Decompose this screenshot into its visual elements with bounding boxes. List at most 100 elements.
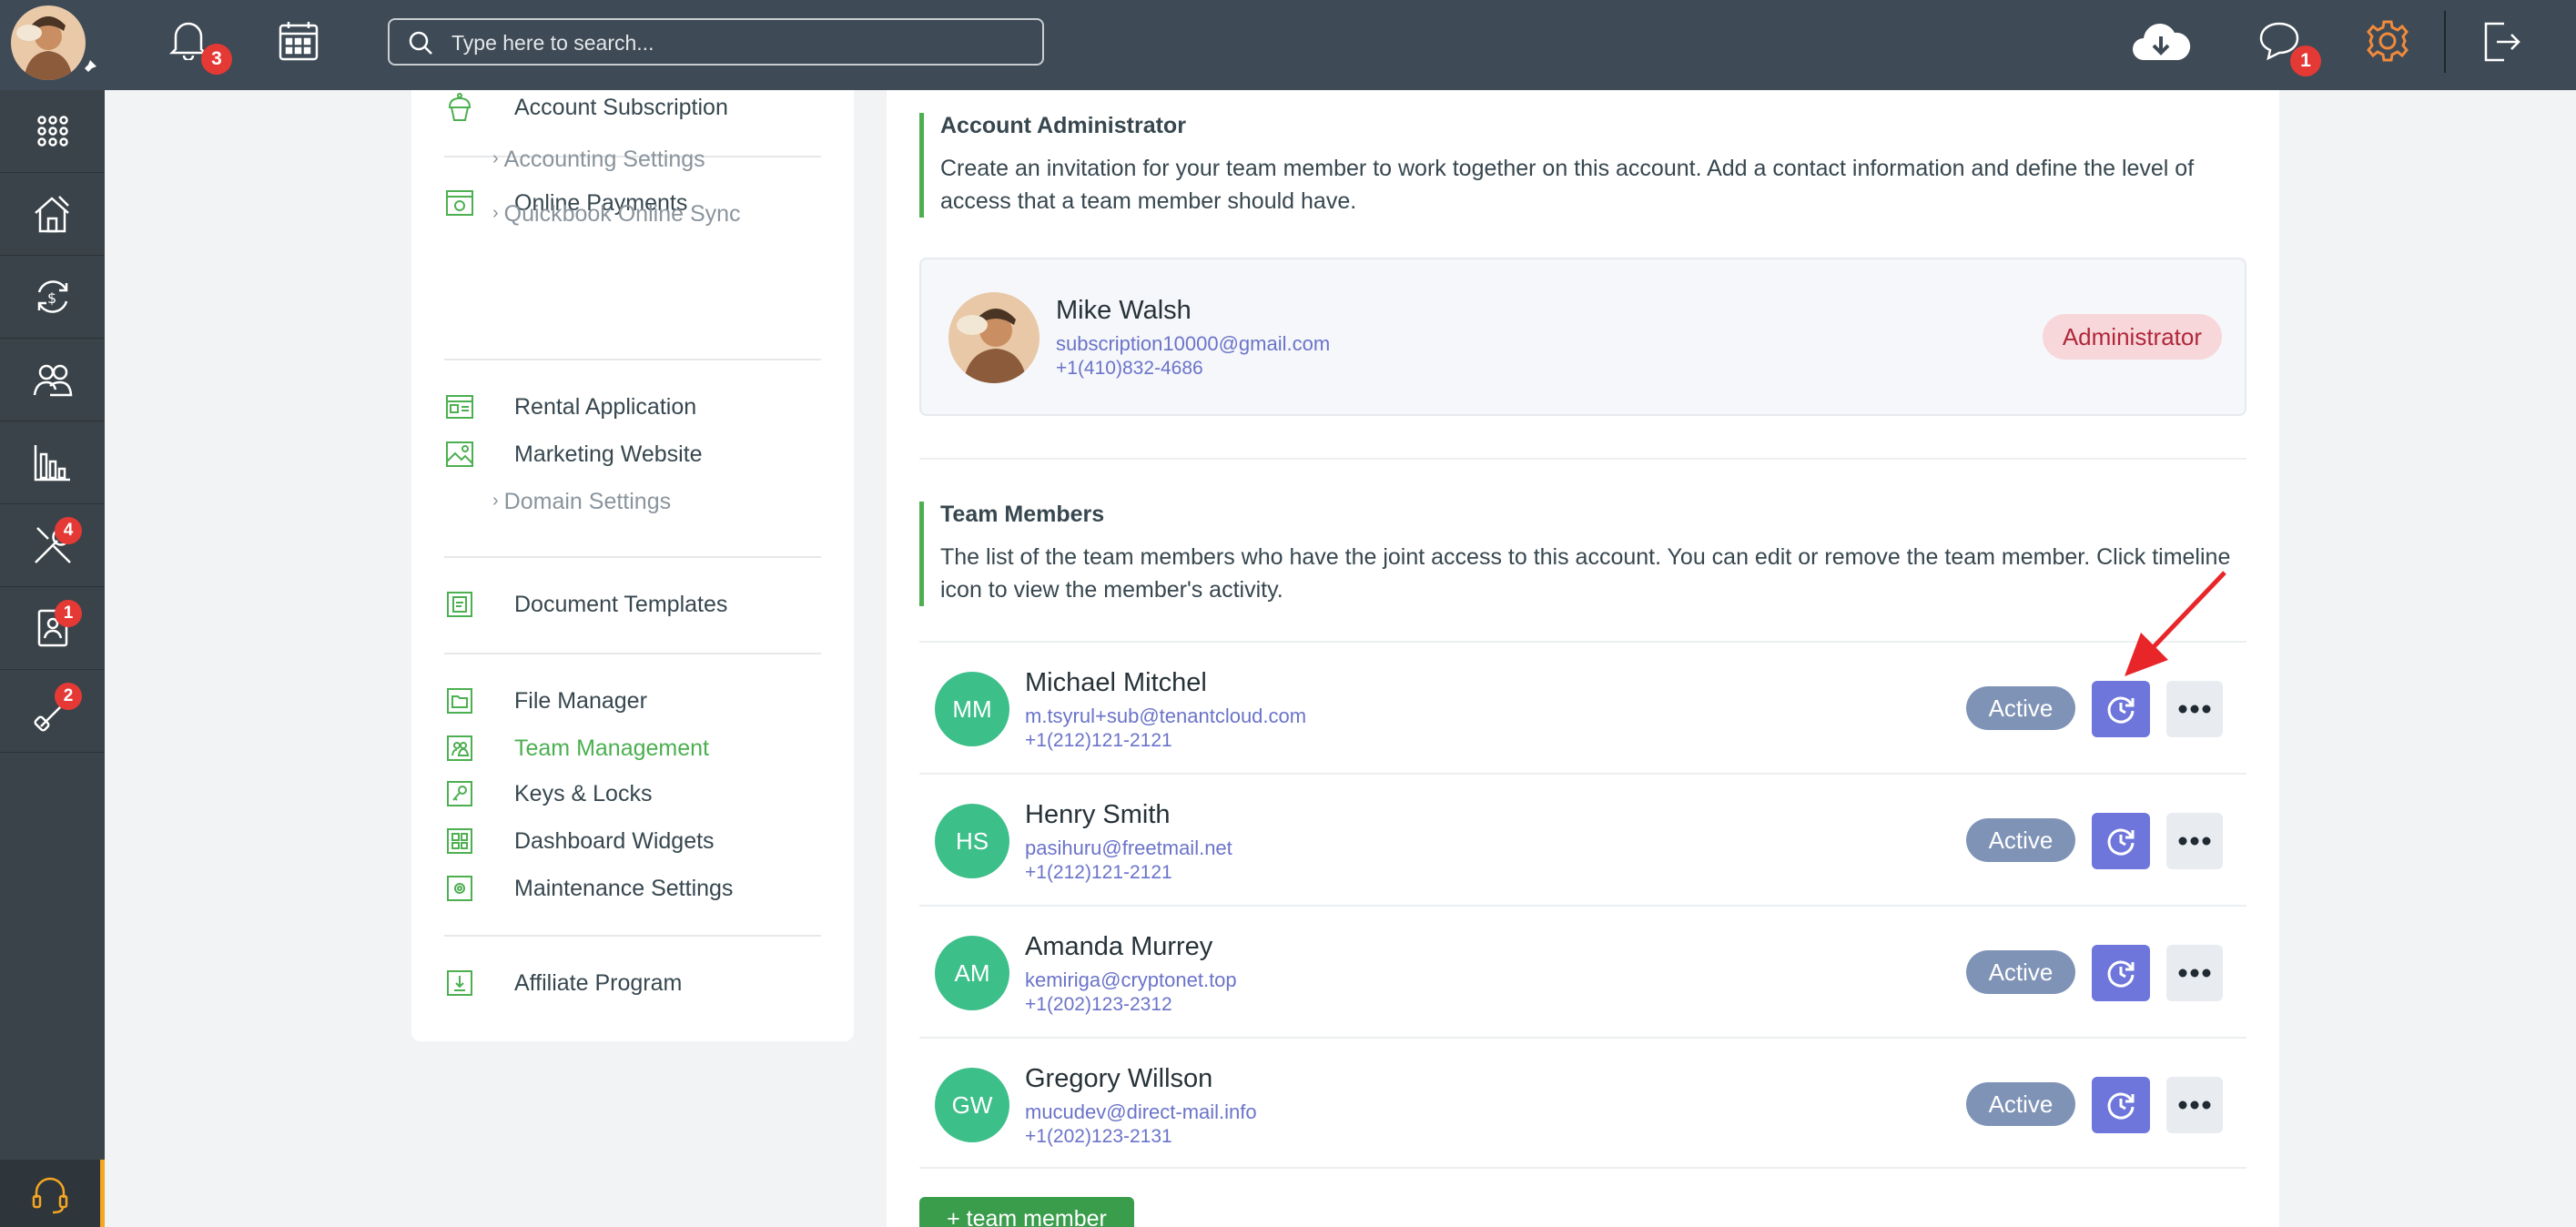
- pin-icon[interactable]: [78, 58, 98, 78]
- more-options-button[interactable]: [2166, 813, 2223, 869]
- menu-label: Affiliate Program: [514, 969, 683, 996]
- sidebar-item-listings[interactable]: 2: [0, 670, 105, 753]
- menu-file-manager[interactable]: File Manager: [444, 685, 647, 716]
- menu-label: Domain Settings: [503, 489, 672, 514]
- download-button[interactable]: [2131, 20, 2191, 70]
- logout-button[interactable]: [2480, 20, 2522, 68]
- sidebar-item-transactions[interactable]: $: [0, 256, 105, 339]
- timeline-icon: [2107, 828, 2135, 856]
- menu-label: Dashboard Widgets: [514, 827, 715, 854]
- menu-label: Document Templates: [514, 591, 728, 617]
- member-name: Michael Mitchel: [1025, 668, 1207, 697]
- chevron-right-icon: ›: [492, 203, 499, 223]
- timeline-button[interactable]: [2092, 681, 2150, 737]
- timeline-icon: [2107, 696, 2135, 724]
- section-divider: [919, 458, 2246, 460]
- ellipsis-icon: [2178, 1100, 2211, 1110]
- menu-online-payments[interactable]: Online Payments: [444, 188, 687, 218]
- logout-icon: [2484, 22, 2520, 62]
- member-email[interactable]: kemiriga@cryptonet.top: [1025, 968, 1237, 992]
- sidebar-item-applications[interactable]: 1: [0, 587, 105, 670]
- maintenance-badge: 4: [55, 517, 82, 544]
- menu-divider: [444, 556, 821, 558]
- sidebar-item-contacts[interactable]: [0, 339, 105, 421]
- timeline-button[interactable]: [2092, 813, 2150, 869]
- admin-email[interactable]: subscription10000@gmail.com: [1056, 332, 1330, 356]
- menu-quickbook-sync[interactable]: › Quickbook Online Sync: [492, 201, 741, 228]
- ellipsis-icon: [2178, 968, 2211, 978]
- member-name: Henry Smith: [1025, 800, 1171, 829]
- maintenance-gear-icon: [447, 876, 472, 901]
- timeline-icon: [2107, 960, 2135, 988]
- menu-team-management[interactable]: Team Management: [444, 733, 709, 764]
- sidebar-item-maintenance[interactable]: 4: [0, 504, 105, 587]
- menu-divider: [444, 359, 821, 360]
- member-email[interactable]: m.tsyrul+sub@tenantcloud.com: [1025, 705, 1306, 728]
- menu-dashboard-widgets[interactable]: Dashboard Widgets: [444, 826, 715, 857]
- member-phone[interactable]: +1(202)123-2131: [1025, 1126, 1172, 1148]
- ellipsis-icon: [2178, 837, 2211, 846]
- key-icon: [447, 781, 472, 806]
- menu-domain-settings[interactable]: › Domain Settings: [492, 489, 671, 515]
- team-member-row: GW Gregory Willson mucudev@direct-mail.i…: [919, 1037, 2246, 1169]
- sidebar-item-reports[interactable]: [0, 421, 105, 504]
- member-status-badge: Active: [1966, 950, 2075, 994]
- listings-badge: 2: [55, 683, 82, 710]
- support-button[interactable]: [0, 1160, 105, 1227]
- money-cycle-icon: $: [37, 280, 67, 313]
- timeline-button[interactable]: [2092, 1077, 2150, 1133]
- user-avatar-area[interactable]: [0, 0, 105, 90]
- folder-icon: [447, 688, 472, 714]
- menu-label: Accounting Settings: [503, 147, 705, 172]
- menu-label: Keys & Locks: [514, 780, 653, 806]
- user-avatar[interactable]: [11, 5, 86, 80]
- admin-avatar: [948, 292, 1040, 383]
- calendar-button[interactable]: [278, 20, 319, 66]
- member-phone[interactable]: +1(212)121-2121: [1025, 730, 1172, 752]
- add-team-member-button[interactable]: + team member: [919, 1197, 1134, 1227]
- member-phone[interactable]: +1(212)121-2121: [1025, 862, 1172, 884]
- menu-document-templates[interactable]: Document Templates: [444, 589, 727, 620]
- more-options-button[interactable]: [2166, 1077, 2223, 1133]
- menu-maintenance-settings[interactable]: Maintenance Settings: [444, 873, 733, 904]
- member-status-badge: Active: [1966, 1082, 2075, 1126]
- widgets-icon: [447, 828, 472, 854]
- chevron-right-icon: ›: [492, 491, 499, 511]
- team-member-row: AM Amanda Murrey kemiriga@cryptonet.top …: [919, 905, 2246, 1037]
- timeline-button[interactable]: [2092, 945, 2150, 1001]
- admin-phone[interactable]: +1(410)832-4686: [1056, 358, 1203, 380]
- messages-button[interactable]: 1: [2257, 20, 2321, 76]
- menu-account-subscription[interactable]: Account Subscription: [444, 92, 728, 123]
- grid-icon: [36, 116, 68, 147]
- sidebar-item-properties[interactable]: [0, 173, 105, 256]
- house-icon: [34, 196, 69, 233]
- member-phone[interactable]: +1(202)123-2312: [1025, 994, 1172, 1016]
- sidebar-item-apps[interactable]: [0, 90, 105, 173]
- settings-menu: Account Subscription Online Payments › Ac…: [411, 90, 854, 1041]
- admin-section-header: Account Administrator Create an invitati…: [919, 113, 2233, 218]
- member-email[interactable]: mucudev@direct-mail.info: [1025, 1100, 1257, 1124]
- menu-divider: [444, 653, 821, 654]
- member-name: Gregory Willson: [1025, 1064, 1213, 1093]
- svg-text:$: $: [47, 289, 56, 307]
- search-box[interactable]: [388, 18, 1044, 66]
- admin-section-title: Account Administrator: [940, 113, 1186, 138]
- more-options-button[interactable]: [2166, 681, 2223, 737]
- more-options-button[interactable]: [2166, 945, 2223, 1001]
- bar-chart-icon: [34, 445, 70, 482]
- menu-marketing-website[interactable]: Marketing Website: [444, 439, 703, 470]
- menu-keys-locks[interactable]: Keys & Locks: [444, 778, 652, 809]
- menu-accounting-settings[interactable]: › Accounting Settings: [492, 147, 705, 173]
- menu-affiliate-program[interactable]: Affiliate Program: [444, 968, 682, 999]
- settings-button[interactable]: [2365, 18, 2410, 68]
- payment-icon: [446, 190, 473, 216]
- applications-badge: 1: [55, 600, 82, 627]
- admin-name: Mike Walsh: [1056, 296, 1192, 325]
- search-input[interactable]: [451, 29, 1016, 56]
- calendar-icon: [279, 22, 319, 61]
- menu-rental-application[interactable]: Rental Application: [444, 391, 696, 422]
- headset-icon: [32, 1177, 68, 1214]
- member-email[interactable]: pasihuru@freetmail.net: [1025, 837, 1232, 860]
- notifications-button[interactable]: 3: [168, 18, 232, 75]
- search-icon: [409, 31, 432, 55]
